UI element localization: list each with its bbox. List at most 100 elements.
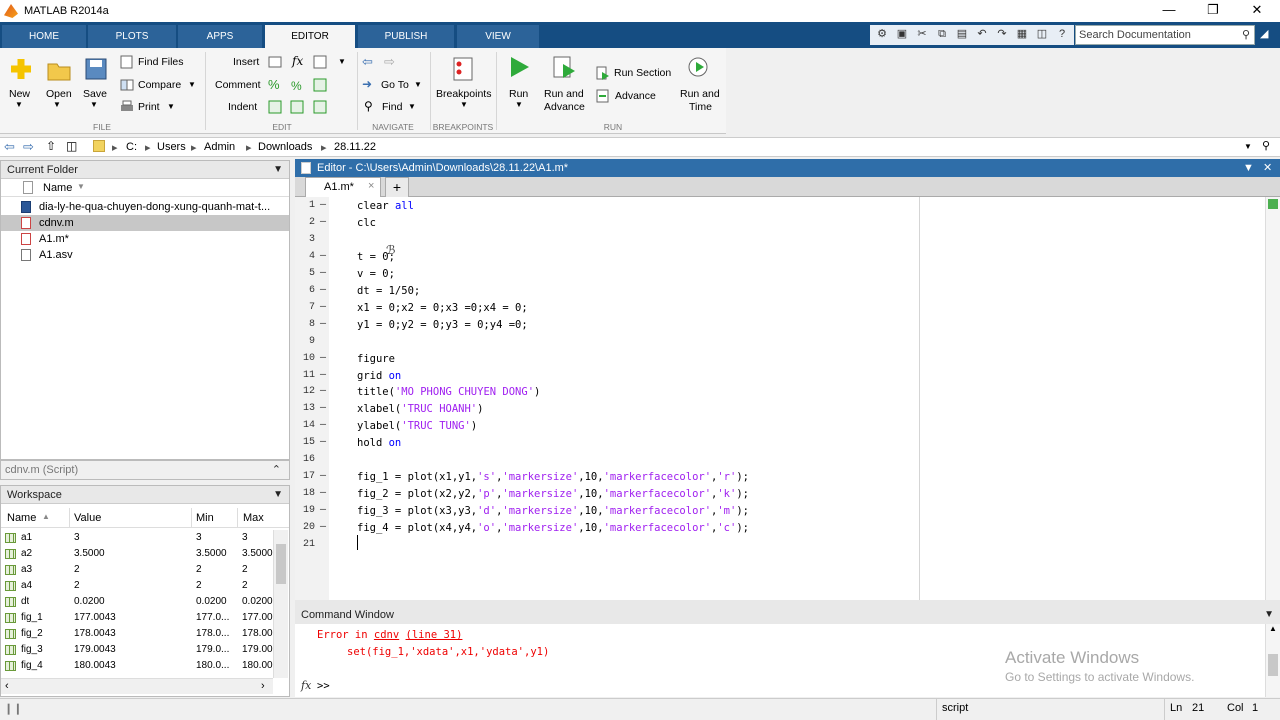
save-dropdown-icon[interactable]: ▼: [90, 100, 98, 109]
code-editor[interactable]: 1 — 2 — 3 4 — 5 — 6 — 7 — 8 — 9 10 — 11 — 12 — 13 — 14 — 15 — 16 17 — 1…: [295, 197, 1265, 600]
command-window[interactable]: Error in cdnv (line 31) set(fig_1,'xdata…: [295, 624, 1280, 697]
new-button[interactable]: New: [9, 88, 30, 100]
restore-icon[interactable]: ❐: [1190, 0, 1236, 22]
tab-editor[interactable]: EDITOR: [265, 25, 355, 48]
print-dropdown-icon[interactable]: ▼: [167, 102, 175, 111]
find-files-button[interactable]: Find Files: [138, 56, 184, 68]
run-and-time-label-1[interactable]: Run and: [680, 88, 720, 100]
up-folder-icon[interactable]: ⇧: [46, 139, 56, 153]
breadcrumb-downloads[interactable]: Downloads: [258, 141, 312, 153]
back-arrow-icon[interactable]: ⇦: [362, 54, 373, 70]
function-browser-icon[interactable]: fx: [301, 679, 311, 692]
new-tab-plus-icon[interactable]: +: [385, 177, 409, 197]
undo-icon[interactable]: ↶: [973, 26, 991, 43]
scroll-thumb[interactable]: [276, 544, 286, 584]
table-row[interactable]: fig_4 180.0043 180.0... 180.00: [1, 658, 273, 674]
command-prompt[interactable]: >>: [317, 680, 330, 692]
insert-section-icon[interactable]: [268, 55, 282, 69]
max-column[interactable]: Max: [243, 512, 264, 524]
chevron-up-icon[interactable]: ⌃: [272, 461, 281, 479]
uncomment-icon[interactable]: %: [290, 78, 304, 92]
code-line[interactable]: v = 0;: [357, 268, 395, 280]
tab-publish[interactable]: PUBLISH: [358, 25, 454, 48]
error-line-link[interactable]: (line 31): [406, 629, 463, 641]
breakpoint-marker[interactable]: —: [320, 471, 326, 482]
breakpoints-button[interactable]: Breakpoints: [436, 88, 491, 100]
expand-icon[interactable]: ◢: [1260, 27, 1268, 40]
tab-a1-m[interactable]: A1.m* ×: [305, 177, 381, 197]
run-and-advance-label-1[interactable]: Run and: [544, 88, 584, 100]
print-button[interactable]: Print: [138, 101, 160, 113]
browse-folder-icon[interactable]: ◫: [66, 139, 77, 153]
go-to-button[interactable]: Go To: [381, 79, 409, 91]
open-dropdown-icon[interactable]: ▼: [53, 100, 61, 109]
list-item[interactable]: A1.m*: [21, 231, 69, 247]
details-panel[interactable]: cdnv.m (Script) ⌃: [0, 460, 290, 480]
code-line[interactable]: grid on: [357, 370, 401, 382]
breakpoint-marker[interactable]: —: [320, 488, 326, 499]
insert-dropdown-icon[interactable]: ▼: [338, 57, 346, 66]
help-icon[interactable]: ?: [1053, 26, 1071, 43]
insert-mfunction-icon[interactable]: [313, 55, 327, 69]
address-dropdown-icon[interactable]: ▼: [1244, 142, 1252, 151]
comment-button[interactable]: Comment: [215, 79, 261, 91]
breakpoint-marker[interactable]: —: [320, 505, 326, 516]
forward-icon[interactable]: ⇨: [23, 139, 34, 155]
run-button[interactable]: Run: [509, 88, 528, 100]
code-line[interactable]: fig_1 = plot(x1,y1,'s','markersize',10,'…: [357, 471, 749, 483]
vertical-scrollbar[interactable]: [273, 530, 288, 678]
table-row[interactable]: fig_1 177.0043 177.0... 177.00: [1, 610, 273, 626]
breakpoint-marker[interactable]: —: [320, 437, 326, 448]
copy-icon[interactable]: ⧉: [933, 26, 951, 43]
code-line[interactable]: clear all: [357, 200, 414, 212]
save-button[interactable]: Save: [83, 88, 107, 100]
search-documentation-input[interactable]: Search Documentation ⚲: [1075, 25, 1255, 45]
table-row[interactable]: a2 3.5000 3.5000 3.5000: [1, 546, 273, 562]
tab-plots[interactable]: PLOTS: [88, 25, 176, 48]
breadcrumb-users[interactable]: Users: [157, 141, 186, 153]
editor-menu-icon[interactable]: ▼: [1243, 159, 1254, 177]
breakpoint-marker[interactable]: —: [320, 285, 326, 296]
scroll-up-icon[interactable]: ▲: [1269, 624, 1277, 633]
breakpoints-dropdown-icon[interactable]: ▼: [460, 100, 468, 109]
breakpoint-marker[interactable]: —: [320, 217, 326, 228]
search-icon[interactable]: ⚲: [1242, 26, 1250, 44]
table-row[interactable]: fig_3 179.0043 179.0... 179.00: [1, 642, 273, 658]
command-scrollbar[interactable]: ▲: [1265, 624, 1280, 697]
breakpoint-marker[interactable]: —: [320, 319, 326, 330]
table-row[interactable]: dt 0.0200 0.0200 0.0200: [1, 594, 273, 610]
run-and-advance-label-2[interactable]: Advance: [544, 101, 585, 113]
back-icon[interactable]: ⇦: [4, 139, 15, 155]
tab-view[interactable]: VIEW: [457, 25, 539, 48]
find-button[interactable]: Find: [382, 101, 402, 113]
shortcut-icon[interactable]: ⚙: [873, 26, 891, 43]
find-dropdown-icon[interactable]: ▼: [408, 102, 416, 111]
tab-home[interactable]: HOME: [2, 25, 86, 48]
insert-function-icon[interactable]: fx: [292, 54, 303, 68]
breakpoint-marker[interactable]: —: [320, 386, 326, 397]
decrease-indent-icon[interactable]: [313, 100, 327, 114]
code-line[interactable]: hold on: [357, 437, 401, 449]
insert-button[interactable]: Insert: [233, 56, 259, 68]
code-line[interactable]: clc: [357, 217, 376, 229]
list-item[interactable]: A1.asv: [21, 247, 73, 263]
compare-button[interactable]: Compare: [138, 79, 181, 91]
compare-dropdown-icon[interactable]: ▼: [188, 80, 196, 89]
run-dropdown-icon[interactable]: ▼: [515, 100, 523, 109]
breakpoint-marker[interactable]: —: [320, 200, 326, 211]
redo-icon[interactable]: ↷: [993, 26, 1011, 43]
panel-menu-icon[interactable]: ▼: [273, 161, 283, 179]
save-icon[interactable]: ▣: [893, 26, 911, 43]
breakpoint-marker[interactable]: —: [320, 251, 326, 262]
breakpoint-marker[interactable]: —: [320, 302, 326, 313]
code-line[interactable]: figure: [357, 353, 395, 365]
cut-icon[interactable]: ✂: [913, 26, 931, 43]
forward-arrow-icon[interactable]: ⇨: [384, 54, 395, 70]
code-line[interactable]: x1 = 0;x2 = 0;x3 =0;x4 = 0;: [357, 302, 528, 314]
code-line[interactable]: y1 = 0;y2 = 0;y3 = 0;y4 =0;: [357, 319, 528, 331]
run-and-time-label-2[interactable]: Time: [689, 101, 712, 113]
find-magnifier-icon[interactable]: ⚲: [364, 99, 373, 113]
min-column[interactable]: Min: [196, 512, 214, 524]
scroll-thumb[interactable]: [1268, 654, 1278, 676]
panel-menu-icon[interactable]: ▼: [1264, 606, 1274, 624]
